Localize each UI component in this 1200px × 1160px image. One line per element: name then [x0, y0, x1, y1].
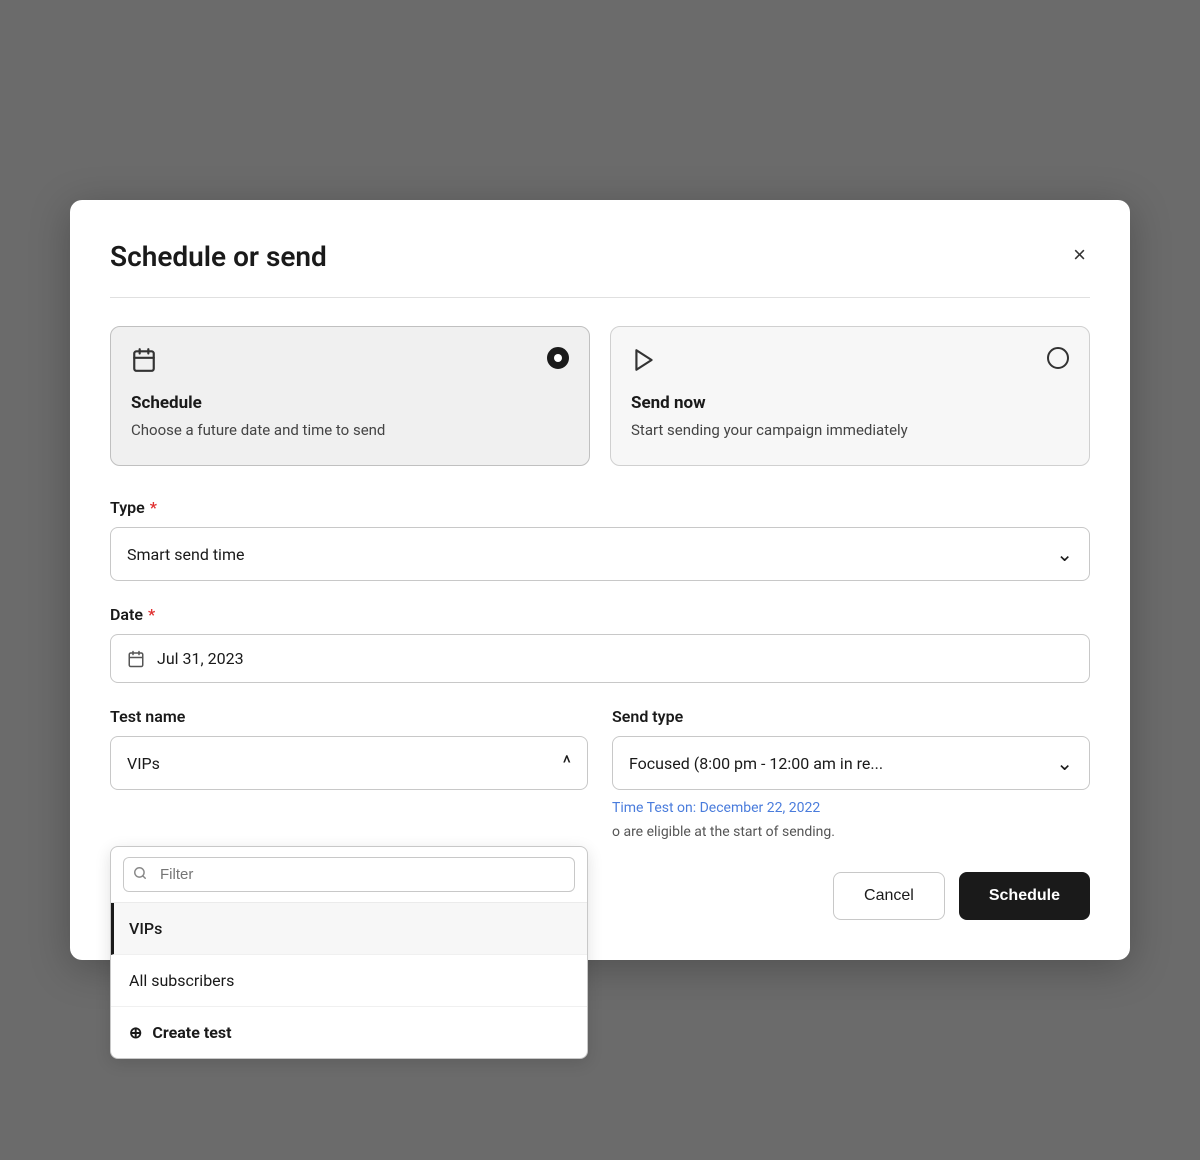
test-name-chevron-icon: ^ — [563, 751, 571, 775]
header-divider — [110, 297, 1090, 298]
test-name-label: Test name — [110, 707, 588, 726]
schedule-radio[interactable] — [547, 347, 569, 369]
test-name-dropdown: VIPs All subscribers ⊕ Create test — [110, 846, 588, 1059]
type-label: Type * — [110, 498, 1090, 517]
type-section: Type * Smart send time ⌄ — [110, 498, 1090, 581]
filter-input[interactable] — [123, 857, 575, 892]
send-type-chevron-icon: ⌄ — [1056, 751, 1073, 775]
send-now-radio[interactable] — [1047, 347, 1069, 369]
test-name-col: Test name VIPs ^ — [110, 707, 588, 840]
modal-header: Schedule or send × — [110, 240, 1090, 273]
eligibility-text: o are eligible at the start of sending. — [612, 824, 1090, 840]
filter-wrapper — [123, 857, 575, 892]
dropdown-item-create-test[interactable]: ⊕ Create test — [111, 1007, 587, 1058]
date-required: * — [148, 605, 155, 624]
send-now-card-title: Send now — [631, 393, 1069, 413]
filter-search-icon — [133, 866, 147, 884]
close-button[interactable]: × — [1069, 240, 1090, 270]
schedule-option-card[interactable]: Schedule Choose a future date and time t… — [110, 326, 590, 467]
send-type-label: Send type — [612, 707, 1090, 726]
schedule-or-send-modal: Schedule or send × — [70, 200, 1130, 961]
send-type-info: Time Test on: December 22, 2022 — [612, 800, 1090, 816]
modal-title: Schedule or send — [110, 240, 327, 273]
send-now-option-card[interactable]: Send now Start sending your campaign imm… — [610, 326, 1090, 467]
type-chevron-icon: ⌄ — [1056, 542, 1073, 566]
test-name-select[interactable]: VIPs ^ — [110, 736, 588, 790]
option-cards: Schedule Choose a future date and time t… — [110, 326, 1090, 467]
date-input[interactable]: Jul 31, 2023 — [110, 634, 1090, 683]
modal-overlay: Schedule or send × — [0, 0, 1200, 1160]
schedule-card-title: Schedule — [131, 393, 569, 413]
date-label: Date * — [110, 605, 1090, 624]
type-select[interactable]: Smart send time ⌄ — [110, 527, 1090, 581]
cancel-button[interactable]: Cancel — [833, 872, 945, 920]
send-type-col: Send type Focused (8:00 pm - 12:00 am in… — [612, 707, 1090, 840]
send-now-card-desc: Start sending your campaign immediately — [631, 419, 1069, 442]
create-test-icon: ⊕ — [129, 1023, 142, 1042]
type-required: * — [150, 498, 157, 517]
dropdown-filter-section — [111, 847, 587, 903]
send-now-card-top — [631, 347, 1069, 379]
schedule-card-desc: Choose a future date and time to send — [131, 419, 569, 442]
dropdown-item-all-subscribers[interactable]: All subscribers — [111, 955, 587, 1007]
schedule-card-top — [131, 347, 569, 379]
send-now-icon — [631, 347, 657, 379]
test-sendtype-row: Test name VIPs ^ — [110, 707, 1090, 840]
dropdown-item-vips[interactable]: VIPs — [111, 903, 587, 955]
schedule-icon — [131, 347, 157, 379]
calendar-icon — [127, 650, 145, 668]
schedule-button[interactable]: Schedule — [959, 872, 1090, 920]
date-section: Date * Jul 31, 2023 — [110, 605, 1090, 683]
send-type-select[interactable]: Focused (8:00 pm - 12:00 am in re... ⌄ — [612, 736, 1090, 790]
